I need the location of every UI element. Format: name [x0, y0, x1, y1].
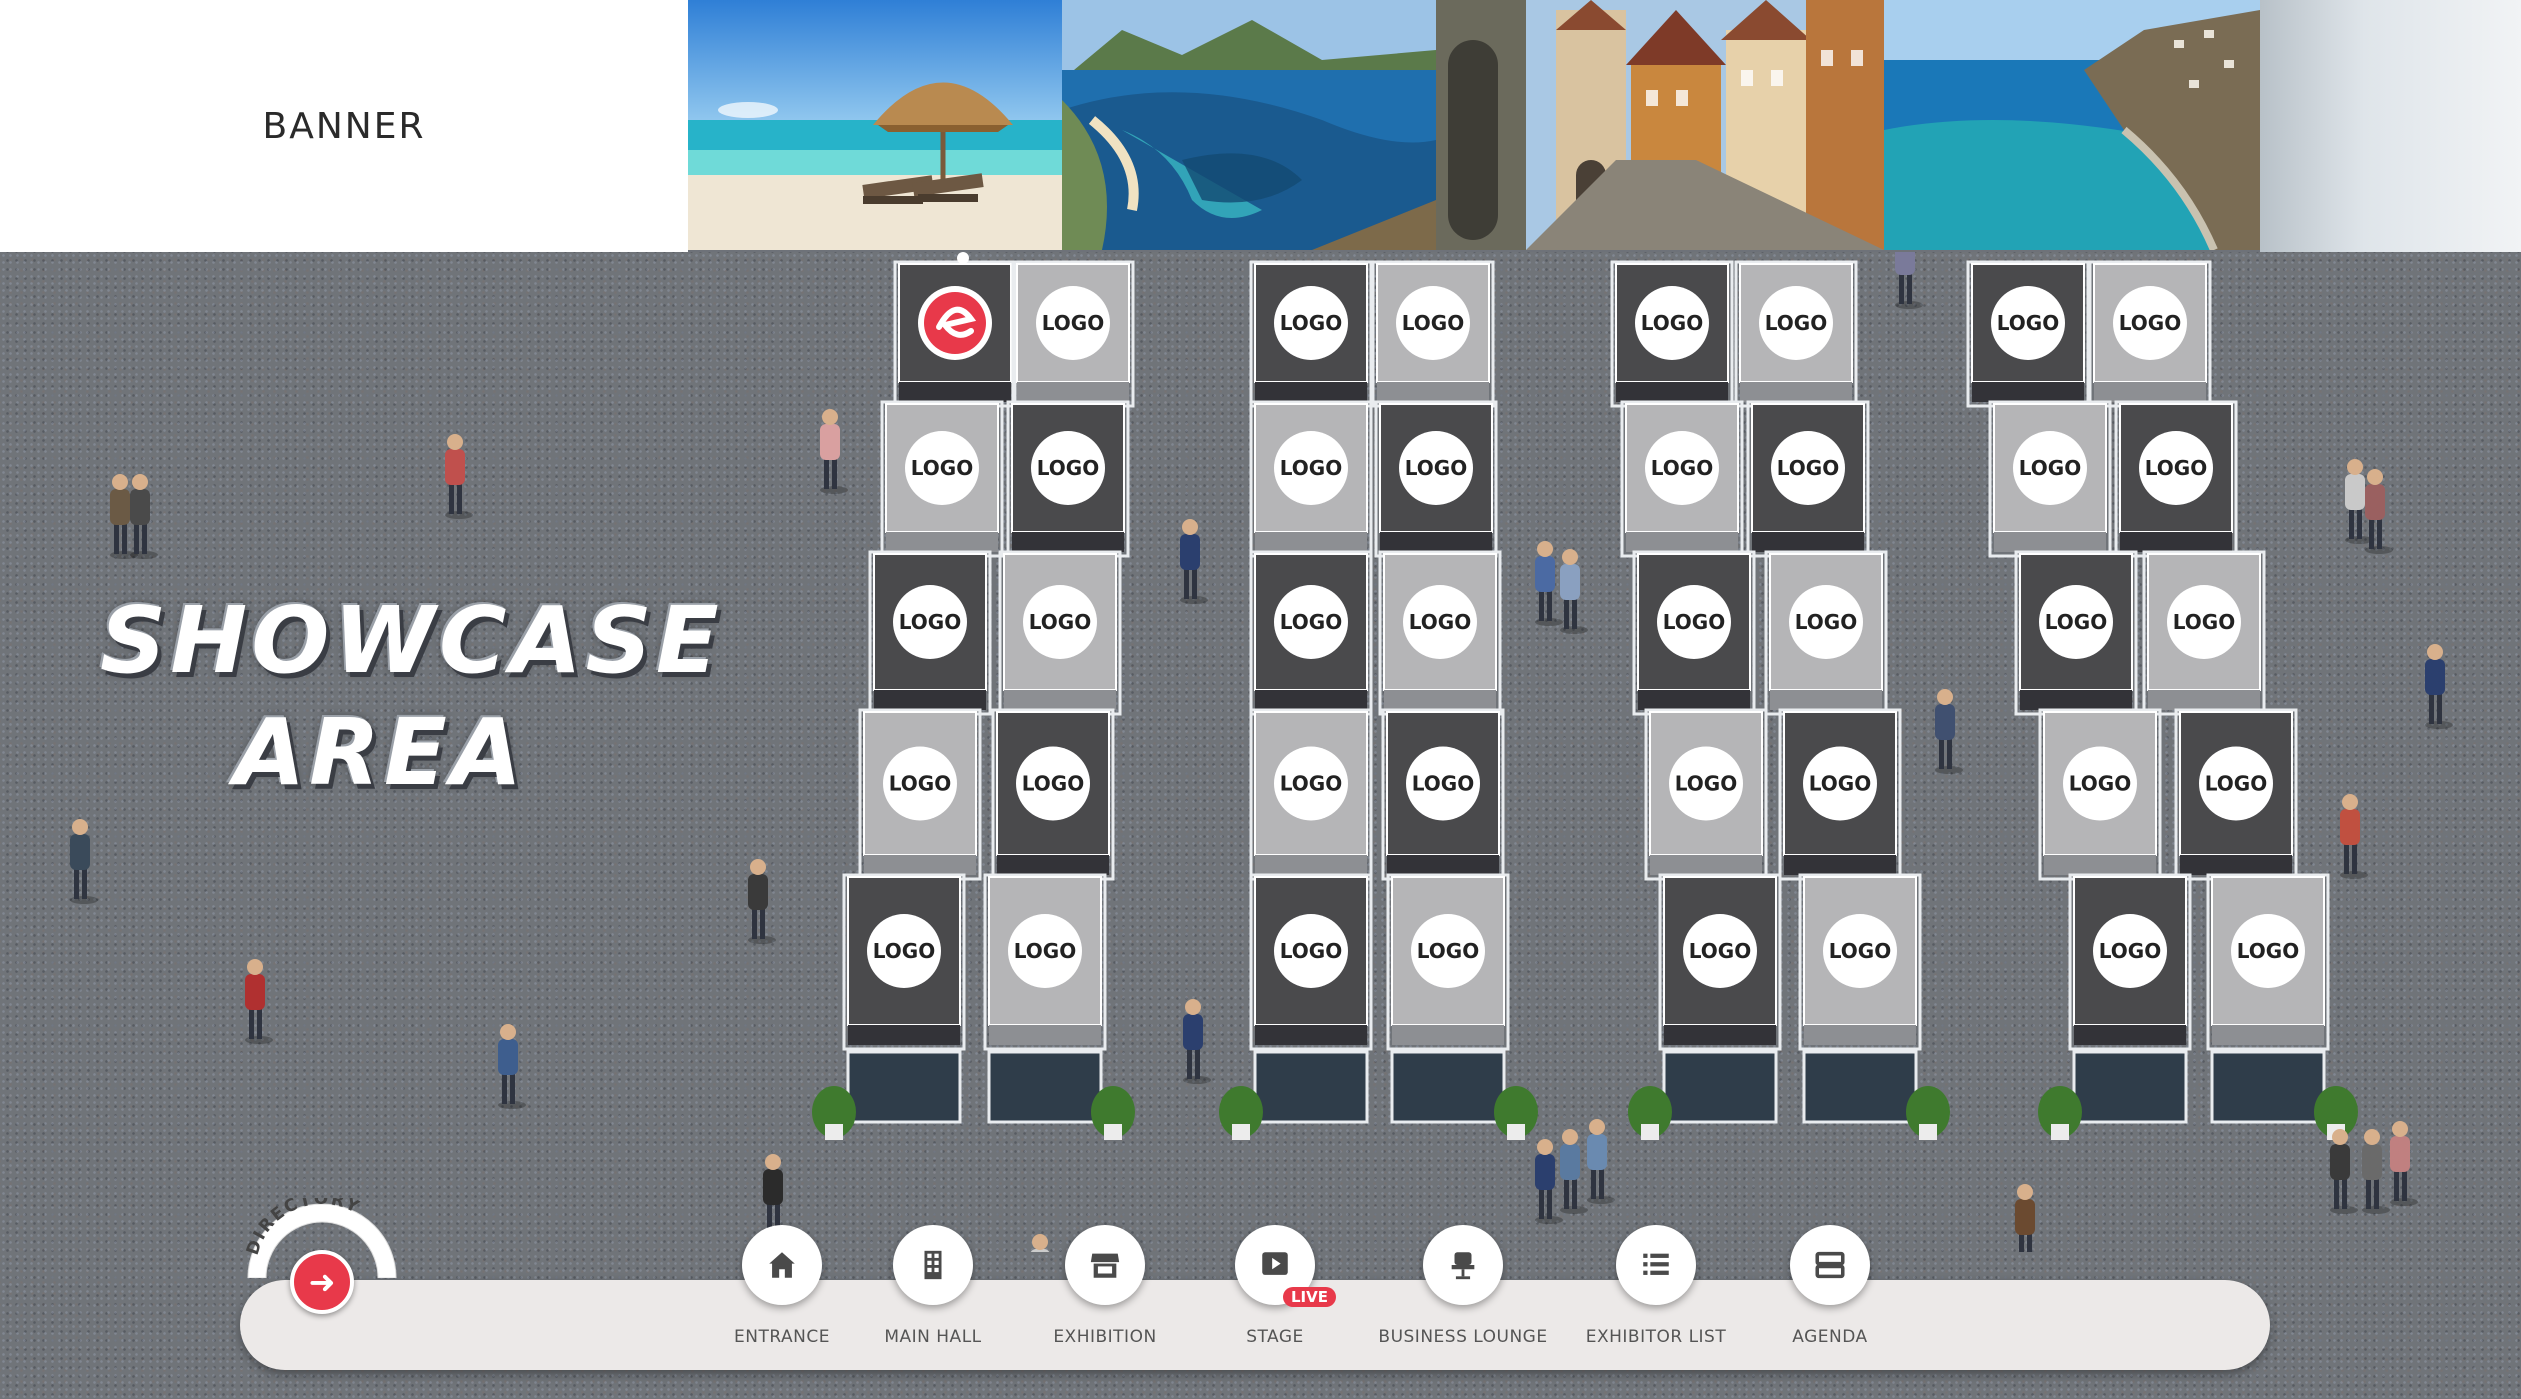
home-icon	[742, 1225, 822, 1305]
visitor-figure	[1180, 519, 1208, 604]
visitor-figure	[2015, 1184, 2035, 1252]
visitor-figure	[748, 859, 776, 944]
visitor-figure	[1587, 1119, 1615, 1204]
banner-ad[interactable]: BANNER	[0, 0, 688, 252]
visitor-figure	[245, 959, 273, 1044]
beach-umbrella-photo	[688, 0, 1062, 250]
visitor-figure	[1895, 252, 1923, 309]
visitor-figure	[2365, 469, 2393, 554]
visitor-figure	[2390, 1121, 2418, 1206]
visitor-figure	[70, 819, 98, 904]
cliff-coast-photo	[1884, 0, 2260, 250]
visitor-figure	[1183, 999, 1211, 1084]
visitor-figure	[1535, 1139, 1563, 1224]
building-icon	[893, 1225, 973, 1305]
nav-stage[interactable]: LIVE STAGE	[1175, 1225, 1375, 1355]
visitor-figure	[498, 1024, 526, 1109]
nav-label-exhibitor-list: EXHIBITOR LIST	[1585, 1327, 1727, 1347]
visitor-figure	[1560, 549, 1588, 634]
visitor-figure	[1560, 1129, 1588, 1214]
nav-label-stage: STAGE	[1246, 1327, 1304, 1347]
nav-agenda[interactable]: AGENDA	[1730, 1225, 1930, 1355]
nav-main-hall[interactable]: MAIN HALL	[833, 1225, 1033, 1355]
visitor-figure	[2425, 644, 2453, 729]
visitor-figure	[2330, 1129, 2358, 1214]
agenda-icon	[1790, 1225, 1870, 1305]
list-icon	[1616, 1225, 1696, 1305]
visitor-figure	[820, 409, 848, 494]
arrow-right-icon[interactable]: ➜	[290, 1250, 354, 1314]
nav-label-agenda: AGENDA	[1792, 1327, 1868, 1347]
directory-label: DIRECTORY	[243, 1198, 362, 1258]
visitor-figure	[2362, 1129, 2390, 1214]
old-town-street-photo	[1436, 0, 1884, 250]
visitor-figure	[130, 474, 158, 559]
banner-right-fade	[2260, 0, 2521, 252]
visitors	[70, 252, 2453, 1252]
coastal-bay-photo	[1062, 0, 1436, 250]
visitor-figure	[1935, 689, 1963, 774]
nav-exhibitor-list[interactable]: EXHIBITOR LIST	[1556, 1225, 1756, 1355]
live-badge: LIVE	[1283, 1287, 1336, 1307]
directory-button[interactable]: DIRECTORY ➜	[238, 1198, 408, 1314]
storefront-icon	[1065, 1225, 1145, 1305]
banner-label: BANNER	[262, 105, 426, 147]
visitor-figure	[1535, 541, 1563, 626]
nav-label-main-hall: MAIN HALL	[884, 1327, 982, 1347]
chair-icon	[1423, 1225, 1503, 1305]
visitor-figure	[445, 434, 473, 519]
svg-text:DIRECTORY: DIRECTORY	[243, 1198, 364, 1258]
nav-business-lounge[interactable]: BUSINESS LOUNGE	[1363, 1225, 1563, 1355]
banner-strip: BANNER	[0, 0, 2521, 252]
visitor-figure	[2340, 794, 2368, 879]
nav-label-business-lounge: BUSINESS LOUNGE	[1378, 1327, 1548, 1347]
